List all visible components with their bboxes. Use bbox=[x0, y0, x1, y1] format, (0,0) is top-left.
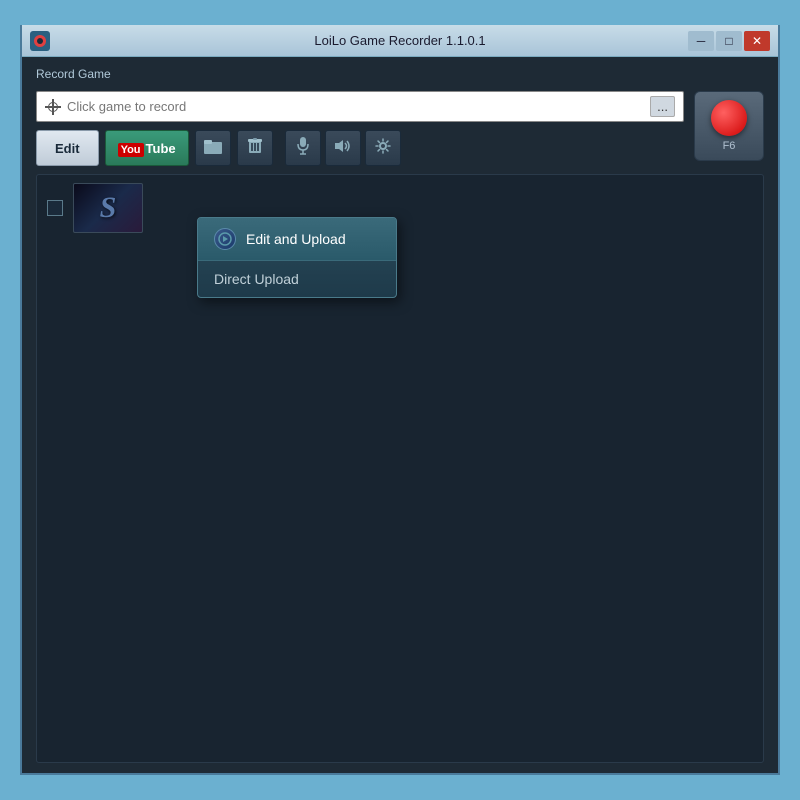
speaker-icon bbox=[334, 139, 352, 158]
edit-button[interactable]: Edit bbox=[36, 130, 99, 166]
header-row: Click game to record ... Edit YouTube bbox=[36, 91, 764, 166]
trash-button[interactable] bbox=[237, 130, 273, 166]
item-checkbox[interactable] bbox=[47, 200, 63, 216]
trash-icon bbox=[248, 138, 262, 159]
content-area: S Edit and Upload Direct Upload bbox=[36, 174, 764, 763]
crosshair-icon bbox=[45, 99, 61, 115]
close-button[interactable]: ✕ bbox=[744, 31, 770, 51]
record-button[interactable]: F6 bbox=[694, 91, 764, 161]
youtube-button[interactable]: YouTube bbox=[105, 130, 189, 166]
settings-button[interactable] bbox=[365, 130, 401, 166]
record-label: Record Game bbox=[36, 67, 764, 81]
maximize-button[interactable]: □ bbox=[716, 31, 742, 51]
window-controls: ─ □ ✕ bbox=[688, 31, 770, 51]
record-dot bbox=[711, 100, 747, 136]
edit-and-upload-label: Edit and Upload bbox=[246, 231, 346, 247]
direct-upload-item[interactable]: Direct Upload bbox=[198, 261, 396, 297]
toolbar-row: Edit YouTube bbox=[36, 130, 684, 166]
microphone-icon bbox=[297, 137, 309, 160]
app-icon bbox=[30, 31, 50, 51]
minimize-button[interactable]: ─ bbox=[688, 31, 714, 51]
record-key-label: F6 bbox=[723, 140, 736, 152]
game-placeholder: Click game to record bbox=[67, 99, 644, 114]
title-bar-left bbox=[30, 31, 50, 51]
window-body: Record Game Click game to record ... Ed bbox=[22, 57, 778, 773]
title-bar: LoiLo Game Recorder 1.1.0.1 ─ □ ✕ bbox=[22, 25, 778, 57]
youtube-logo: YouTube bbox=[118, 141, 176, 156]
microphone-button[interactable] bbox=[285, 130, 321, 166]
video-item: S bbox=[37, 175, 763, 241]
dots-button[interactable]: ... bbox=[650, 96, 675, 117]
main-window: LoiLo Game Recorder 1.1.0.1 ─ □ ✕ Record… bbox=[20, 25, 780, 775]
gear-icon bbox=[375, 138, 391, 159]
folder-button[interactable] bbox=[195, 130, 231, 166]
thumb-letter: S bbox=[100, 191, 117, 225]
window-title: LoiLo Game Recorder 1.1.0.1 bbox=[314, 33, 485, 48]
audio-settings-group bbox=[285, 130, 401, 166]
game-input-wrapper[interactable]: Click game to record ... bbox=[36, 91, 684, 122]
video-thumbnail: S bbox=[73, 183, 143, 233]
youtube-dropdown: Edit and Upload Direct Upload bbox=[197, 217, 397, 298]
speaker-button[interactable] bbox=[325, 130, 361, 166]
folder-icon bbox=[204, 138, 222, 159]
edit-and-upload-item[interactable]: Edit and Upload bbox=[198, 218, 396, 261]
edit-upload-icon bbox=[214, 228, 236, 250]
game-selector-row: Click game to record ... bbox=[36, 91, 684, 122]
direct-upload-label: Direct Upload bbox=[214, 271, 299, 287]
